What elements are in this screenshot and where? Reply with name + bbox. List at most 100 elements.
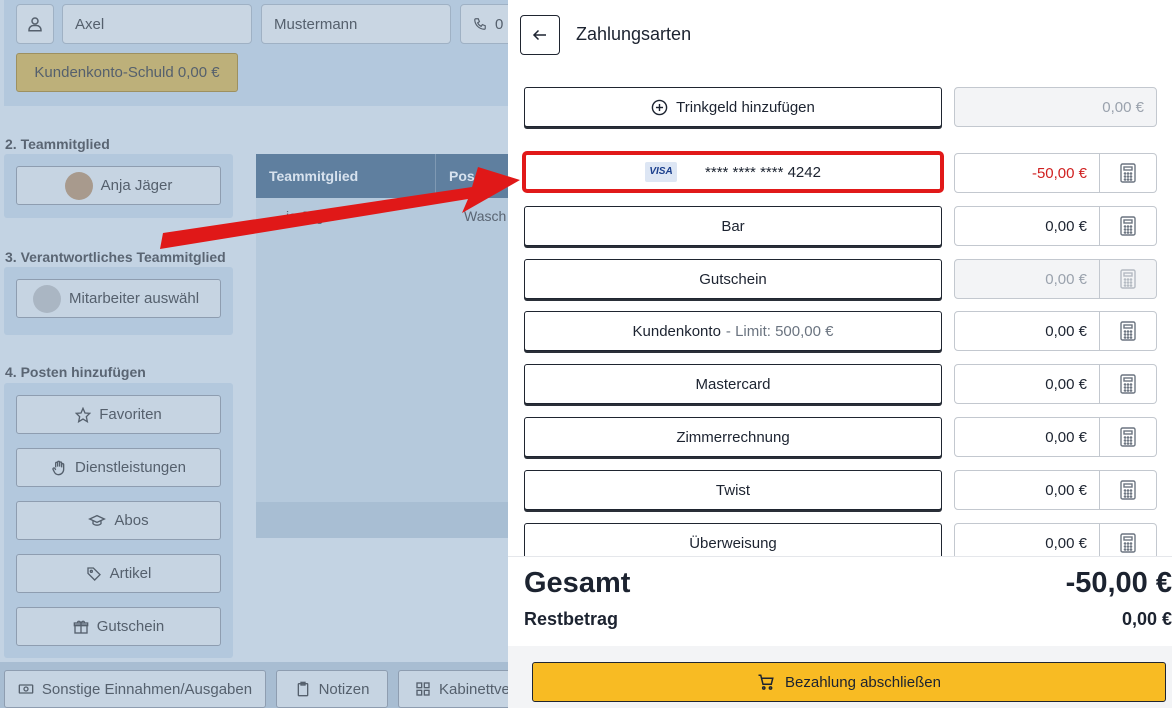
payment-method-label: Mastercard — [695, 375, 771, 393]
calculator-icon — [1120, 427, 1136, 447]
customer-account-amount-field[interactable]: 0,00 € — [954, 311, 1100, 351]
voucher-label: Gutschein — [96, 618, 165, 635]
cash-calculator-button[interactable] — [1100, 206, 1157, 246]
background-app: Axel Mustermann 0 Kundenkonto-Schuld 0,0… — [0, 0, 508, 708]
calculator-icon — [1120, 216, 1136, 236]
remaining-value: 0,00 € — [1121, 609, 1172, 629]
panel-footer: Bezahlung abschließen — [508, 646, 1172, 708]
column-header-position: Pos — [435, 154, 475, 198]
payment-methods-list: Trinkgeld hinzufügen 0,00 € VISA **** **… — [508, 70, 1172, 556]
panel-header: Zahlungsarten — [508, 0, 1172, 70]
card-amount-field[interactable]: -50,00 € — [954, 153, 1100, 193]
calculator-icon — [1120, 269, 1136, 289]
bank-transfer-amount-field[interactable]: 0,00 € — [954, 523, 1100, 556]
cabinet-button[interactable]: Kabinettve — [398, 670, 508, 708]
section-items-heading: 4. Posten hinzufügen — [5, 364, 146, 380]
payment-method-twist[interactable]: Twist — [524, 470, 942, 510]
other-income-button[interactable]: Sonstige Einnahmen/Ausgaben — [4, 670, 266, 708]
last-name-field[interactable]: Mustermann — [261, 4, 451, 44]
bank-transfer-calculator-button[interactable] — [1100, 523, 1157, 556]
payment-method-room-bill[interactable]: Zimmerrechnung — [524, 417, 942, 457]
section-team-heading: 2. Teammitglied — [5, 136, 110, 152]
payment-method-label: Twist — [715, 481, 751, 499]
cash-icon — [18, 684, 34, 694]
table-cell: ja Jäger — [286, 208, 336, 224]
cash-amount-field[interactable]: 0,00 € — [954, 206, 1100, 246]
graduation-cap-icon — [88, 514, 107, 526]
subscriptions-label: Abos — [114, 512, 149, 529]
voucher-amount-field: 0,00 € — [954, 259, 1100, 299]
payment-method-voucher[interactable]: Gutschein — [524, 259, 942, 299]
add-tip-label: Trinkgeld hinzufügen — [676, 98, 815, 116]
section-responsible-heading: 3. Verantwortliches Teammitglied — [5, 249, 226, 265]
mastercard-calculator-button[interactable] — [1100, 364, 1157, 404]
calculator-icon — [1120, 321, 1136, 341]
add-tip-button[interactable]: Trinkgeld hinzufügen — [524, 87, 942, 127]
avatar — [33, 284, 61, 313]
calculator-icon — [1120, 374, 1136, 394]
select-employee-button[interactable]: Mitarbeiter auswähl — [16, 279, 221, 318]
complete-payment-button[interactable]: Bezahlung abschließen — [532, 662, 1166, 702]
room-bill-calculator-button[interactable] — [1100, 417, 1157, 457]
card-number: **** **** **** 4242 — [705, 163, 821, 181]
select-employee-label: Mitarbeiter auswähl — [69, 290, 200, 307]
panel-title: Zahlungsarten — [576, 24, 692, 44]
articles-button[interactable]: Artikel — [16, 554, 221, 593]
avatar — [64, 171, 93, 200]
customer-account-limit: - Limit: 500,00 € — [725, 322, 834, 340]
services-button[interactable]: Dienstleistungen — [16, 448, 221, 487]
star-icon — [75, 406, 92, 423]
first-name-field[interactable]: Axel — [62, 4, 252, 44]
arrow-left-icon — [532, 29, 546, 41]
table-header: Teammitglied Pos — [256, 154, 508, 198]
table-footer — [256, 502, 508, 538]
card-calculator-button[interactable] — [1100, 153, 1157, 193]
payment-method-label: Gutschein — [699, 270, 767, 288]
customer-avatar-button[interactable] — [16, 4, 54, 44]
plus-circle-icon — [651, 99, 668, 115]
payment-method-customer-account[interactable]: Kundenkonto - Limit: 500,00 € — [524, 311, 942, 351]
payment-method-mastercard[interactable]: Mastercard — [524, 364, 942, 404]
payment-method-cash[interactable]: Bar — [524, 206, 942, 246]
subscriptions-button[interactable]: Abos — [16, 501, 221, 540]
other-income-label: Sonstige Einnahmen/Ausgaben — [41, 680, 253, 698]
calculator-icon — [1120, 163, 1136, 183]
payment-method-label: Bar — [721, 217, 745, 235]
tip-amount-field: 0,00 € — [954, 87, 1157, 127]
phone-icon — [474, 18, 486, 30]
calculator-icon — [1120, 533, 1136, 553]
favorites-button[interactable]: Favoriten — [16, 395, 221, 434]
notes-label: Notizen — [318, 680, 370, 698]
visa-logo: VISA — [645, 162, 678, 182]
table-cell: Wasch — [464, 208, 507, 224]
total-label: Gesamt — [524, 567, 631, 599]
team-member-button[interactable]: Anja Jäger — [16, 166, 221, 205]
phone-value: 0 — [495, 15, 504, 33]
payment-method-bank-transfer[interactable]: Überweisung — [524, 523, 942, 556]
hand-icon — [52, 460, 65, 475]
cart-icon — [758, 674, 774, 690]
grid-icon — [416, 682, 430, 696]
complete-payment-label: Bezahlung abschließen — [785, 673, 941, 691]
user-icon — [28, 17, 42, 32]
payment-methods-panel: Zahlungsarten Trinkgeld hinzufügen 0,00 … — [508, 0, 1172, 708]
phone-field[interactable]: 0 — [460, 4, 508, 44]
customer-debt-button[interactable]: Kundenkonto-Schuld 0,00 € — [16, 53, 238, 92]
voucher-button[interactable]: Gutschein — [16, 607, 221, 646]
tag-icon — [86, 566, 101, 581]
twist-amount-field[interactable]: 0,00 € — [954, 470, 1100, 510]
total-value: -50,00 € — [1065, 567, 1172, 599]
payment-summary: Gesamt -50,00 € Restbetrag 0,00 € — [508, 556, 1172, 646]
visa-card-button[interactable]: VISA **** **** **** 4242 — [522, 151, 944, 193]
back-button[interactable] — [520, 15, 560, 55]
room-bill-amount-field[interactable]: 0,00 € — [954, 417, 1100, 457]
voucher-calculator-button — [1100, 259, 1157, 299]
mastercard-amount-field[interactable]: 0,00 € — [954, 364, 1100, 404]
notes-button[interactable]: Notizen — [276, 670, 388, 708]
customer-account-calculator-button[interactable] — [1100, 311, 1157, 351]
twist-calculator-button[interactable] — [1100, 470, 1157, 510]
payment-method-label: Kundenkonto — [632, 322, 721, 340]
calculator-icon — [1120, 480, 1136, 500]
payment-method-label: Zimmerrechnung — [676, 428, 790, 446]
column-header-team: Teammitglied — [269, 168, 359, 184]
